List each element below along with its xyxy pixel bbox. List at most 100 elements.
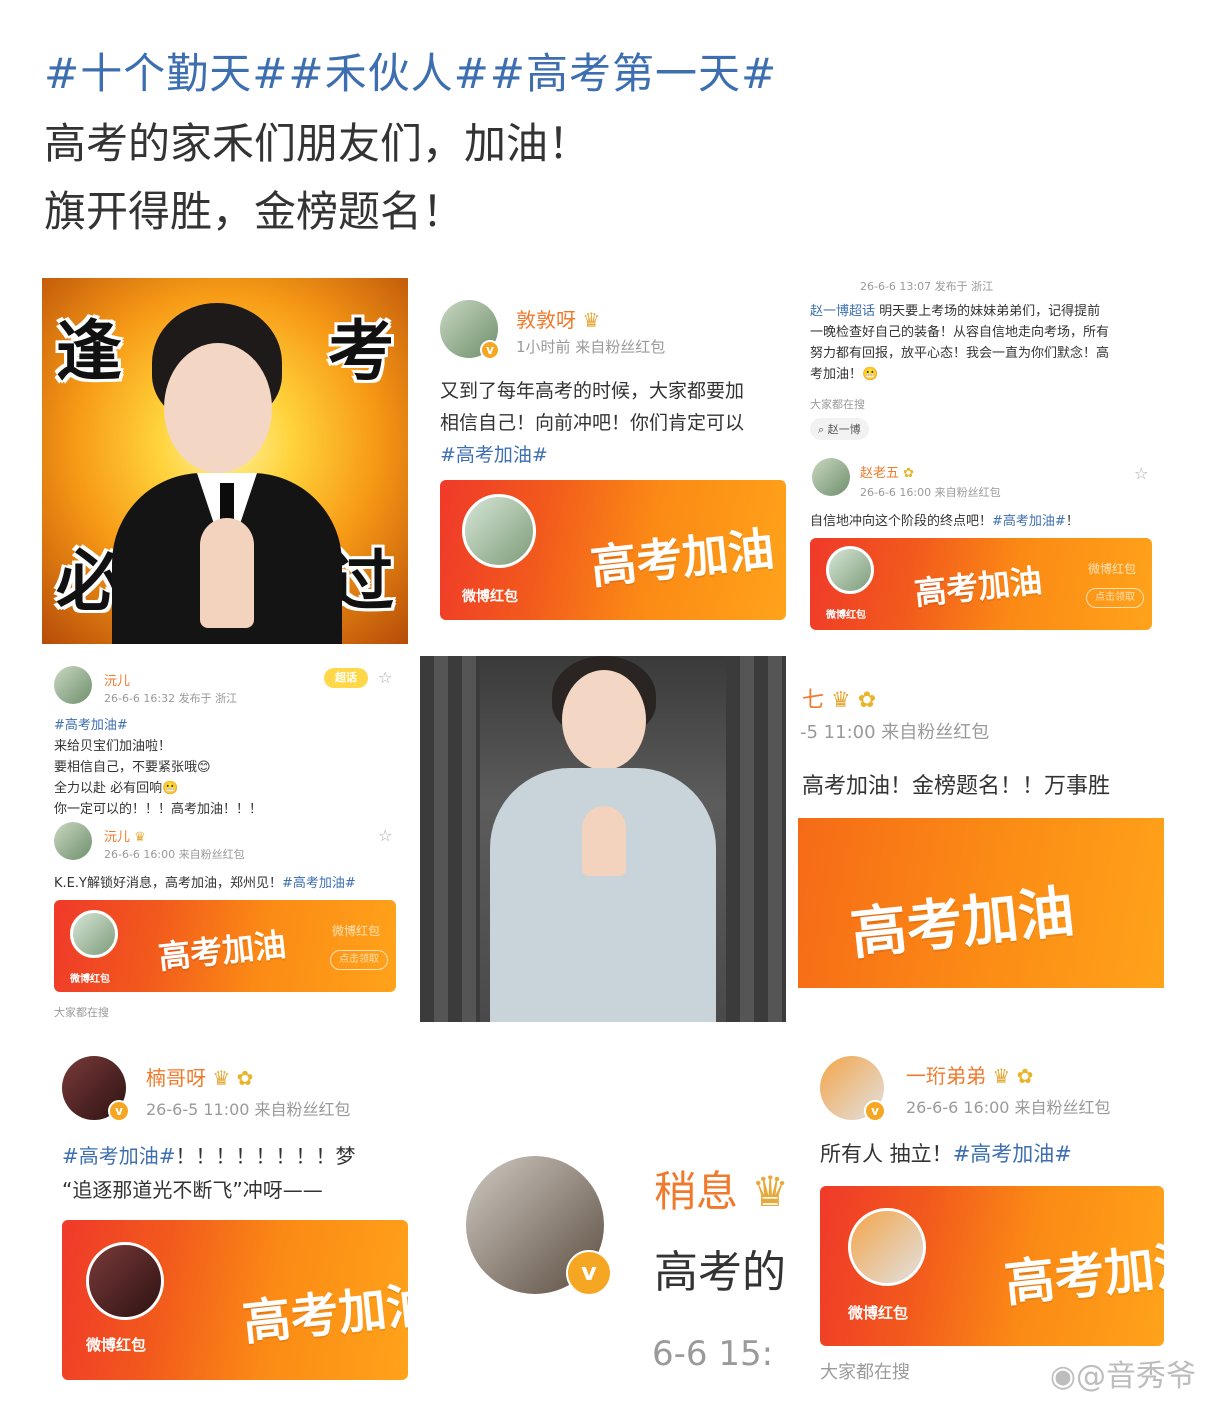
username[interactable]: 沅儿 [104,670,130,689]
weibo-post-card[interactable]: v 敦敦呀 ♛ 1小时前 来自粉丝红包 又到了每年高考的时候，大家都要加 相信自… [420,278,786,644]
weibo-post-card[interactable]: 沅儿 26-6-6 16:32 发布于 浙江 超话 ☆ #高考加油# 来给贝宝们… [42,656,408,1022]
red-packet-title: 高考加油 [912,561,1044,613]
avatar[interactable] [812,458,850,496]
sunflower-icon: ✿ [903,466,915,481]
sunflower-icon: ✿ [236,1066,254,1090]
avatar[interactable] [54,666,92,704]
photo-image[interactable] [420,656,786,1022]
red-packet-title: 高考加油 [847,878,1078,968]
post-text: 高考的 [654,1247,786,1298]
search-icon: ⌕ [818,423,825,436]
post-text-line-1: 高考的家禾们朋友们，加油！ [44,119,591,168]
person-figure [112,303,342,644]
red-packet-side-label: 微博红包 [1088,562,1137,576]
hashtag-link[interactable]: #高考加油# [54,714,128,733]
supertopic-sticker[interactable]: 超话 [324,668,368,688]
post-text: 又到了每年高考的时候，大家都要加 [440,380,745,402]
red-packet-banner[interactable]: 微博红包 高考加油 [820,1186,1164,1346]
weibo-post-card[interactable]: v 稍息 ♛ 高考的 6-6 15: [420,1034,786,1380]
search-label: 大家都在搜 [54,1006,109,1019]
crown-icon: ♛ [751,1167,786,1216]
post-meta: 26-6-6 16:00 来自粉丝红包 [104,848,245,861]
post-text: 一晚检查好自己的装备！从容自信地走向考场，所有 [810,325,1110,340]
verified-v-icon: v [480,340,500,360]
verified-v-icon: v [864,1100,886,1122]
supertopic-link[interactable]: 赵一博超话 [810,304,875,319]
post-meta: 26-6-6 16:00 来自粉丝红包 [860,486,1001,499]
meme-image[interactable]: 逢 考 必 过 [42,278,408,644]
sunflower-icon: ✿ [857,688,877,713]
red-packet-label: 微博红包 [86,1336,147,1354]
post-meta: 26-6-5 11:00 来自粉丝红包 [146,1100,351,1119]
post-text: 相信自己！向前冲吧！你们肯定可以 [440,412,745,434]
crown-icon: ♛ [582,308,601,332]
post-text: 要相信自己，不要紧张哦😊 [54,760,211,775]
weibo-post-card[interactable]: 26-6-6 13:07 发布于 浙江 赵一博超话 明天要上考场的妹妹弟弟们，记… [798,278,1164,644]
claim-button[interactable]: 点击领取 [1086,588,1144,608]
crown-icon: ♛ [212,1066,231,1090]
hashtag-link[interactable]: #高考加油# [992,514,1066,529]
weibo-post-card[interactable]: v 一珩弟弟 ♛ ✿ 26-6-6 16:00 来自粉丝红包 所有人 抽立！#高… [798,1034,1164,1380]
post-text: 所有人 抽立！#高考加油# [820,1142,1072,1166]
username[interactable]: 稍息 ♛ [654,1158,786,1219]
hashtag-link[interactable]: #高考加油# [282,876,356,891]
username[interactable]: 一珩弟弟 ♛ ✿ [906,1060,1033,1089]
post-meta: 26-6-6 16:32 发布于 浙江 [104,692,238,705]
username[interactable]: 沅儿 ♛ [104,826,146,845]
red-packet-logo [70,910,118,958]
red-packet-logo [462,494,536,568]
claim-button[interactable]: 点击领取 [330,950,388,970]
username[interactable]: 七 ♛ ✿ [802,682,876,714]
person-figure [490,656,716,1022]
red-packet-logo [848,1208,926,1286]
verified-v-icon: v [108,1100,130,1122]
red-packet-banner[interactable]: 微博红包 高考加油 [62,1220,408,1380]
post-text: “追逐那道光不断飞”冲呀—— [62,1178,323,1202]
search-chip[interactable]: ⌕ 赵一博 [810,418,869,440]
weibo-post-card[interactable]: 七 ♛ ✿ -5 11:00 来自粉丝红包 高考加油！金榜题名！！万事胜 高考加… [798,656,1164,1022]
post-text: 来给贝宝们加油啦！ [54,739,172,754]
red-packet-title: 高考加油 [587,521,777,595]
star-icon[interactable]: ☆ [378,826,392,845]
hashtag-link[interactable]: #高考加油# [62,1144,176,1168]
crown-icon: ♛ [134,830,146,845]
username[interactable]: 敦敦呀 ♛ [516,304,600,333]
post-text: 努力都有回报，放平心态！我会一直为你们默念！高 [810,346,1110,361]
post-text: 全力以赴 必有回响😬 [54,781,179,796]
red-packet-label: 微博红包 [826,610,866,621]
search-label: 大家都在搜 [820,1362,910,1380]
post-meta: 26-6-6 16:00 来自粉丝红包 [906,1098,1111,1117]
red-packet-banner[interactable]: 高考加油 [798,818,1164,988]
sunflower-icon: ✿ [1016,1064,1034,1088]
red-packet-side-label: 微博红包 [332,924,381,938]
red-packet-banner[interactable]: 微博红包 高考加油 [440,480,786,620]
star-icon[interactable]: ☆ [1134,464,1148,483]
post-hashtags[interactable]: #十个勤天##禾伙人##高考第一天# [44,40,777,101]
red-packet-banner[interactable]: 微博红包 高考加油 微博红包 点击领取 [810,538,1152,630]
post-text: 你一定可以的！！！高考加油！！！ [54,802,263,817]
red-packet-logo [86,1242,164,1320]
post-text: #高考加油#！！！！！！！！梦 [62,1144,356,1168]
red-packet-logo [826,546,874,594]
post-text: 自信地冲向这个阶段的终点吧！#高考加油#！ [810,514,1079,529]
watermark: ◉@音秀爷 [1049,1359,1196,1394]
post-meta: 26-6-6 13:07 发布于 浙江 [860,280,994,293]
hashtag-link[interactable]: #高考加油# [440,440,548,467]
post-text: K.E.Y解锁好消息，高考加油，郑州见！#高考加油# [54,876,356,891]
post-meta: 1小时前 来自粉丝红包 [516,338,666,356]
post-text: 考加油！😬 [810,367,879,382]
username[interactable]: 赵老五 ✿ [860,462,914,481]
star-icon[interactable]: ☆ [378,668,392,687]
red-packet-label: 微博红包 [848,1304,909,1322]
red-packet-title: 高考加油 [240,1276,408,1352]
red-packet-title: 高考加油 [1001,1233,1164,1314]
post-meta: -5 11:00 来自粉丝红包 [800,722,990,743]
post-text-line-2: 旗开得胜，金榜题名！ [44,187,465,236]
weibo-post-card[interactable]: v 楠哥呀 ♛ ✿ 26-6-5 11:00 来自粉丝红包 #高考加油#！！！！… [42,1034,408,1380]
post-text: 赵一博超话 明天要上考场的妹妹弟弟们，记得提前 [810,304,1101,319]
red-packet-banner[interactable]: 微博红包 高考加油 微博红包 点击领取 [54,900,396,992]
avatar[interactable] [54,822,92,860]
hashtag-link[interactable]: #高考加油# [953,1142,1072,1166]
username[interactable]: 楠哥呀 ♛ ✿ [146,1062,253,1091]
search-label: 大家都在搜 [810,398,865,411]
